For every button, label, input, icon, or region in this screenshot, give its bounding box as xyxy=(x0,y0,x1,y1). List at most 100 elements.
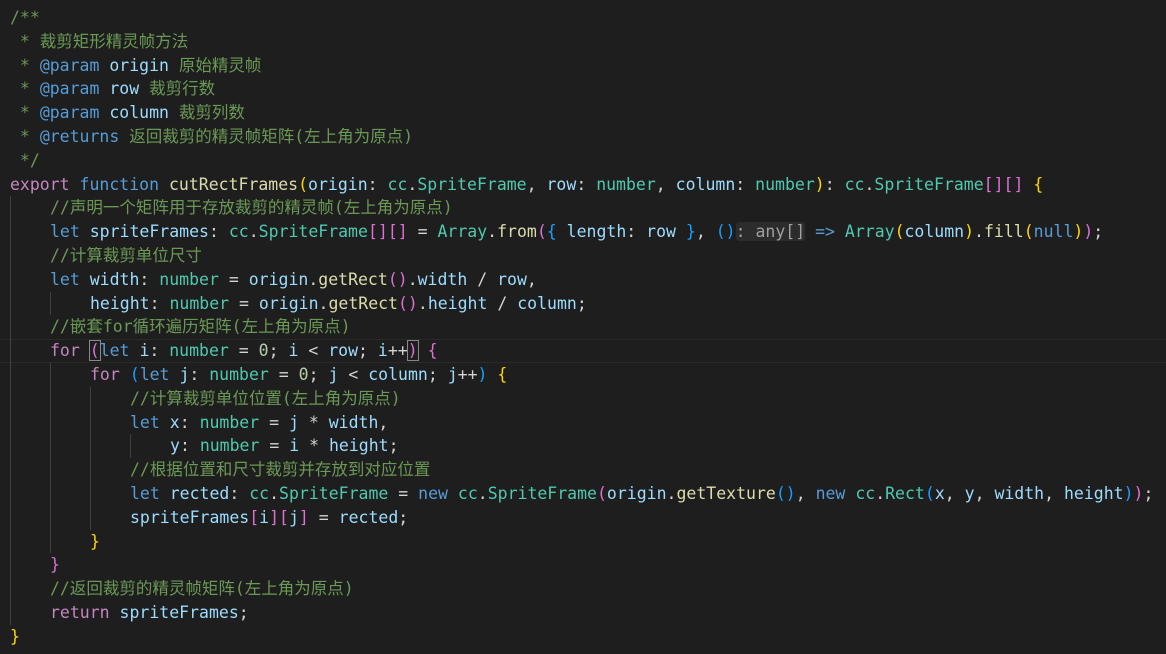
code-token: , xyxy=(944,484,965,503)
code-line[interactable]: * @param origin 原始精灵帧 xyxy=(10,54,261,78)
code-token: . xyxy=(974,222,984,242)
code-line[interactable]: y: number = i * height; xyxy=(10,434,399,458)
code-token: = xyxy=(229,293,259,313)
code-token: cutRectFrames xyxy=(168,174,299,194)
code-token: ( xyxy=(924,484,935,503)
code-token: column xyxy=(904,222,965,242)
code-token: //计算裁剪单位尺寸 xyxy=(50,246,202,265)
code-token: : xyxy=(626,222,647,242)
code-line[interactable]: } xyxy=(10,530,100,554)
code-line[interactable]: * @param column 裁剪列数 xyxy=(10,101,245,125)
code-token: width xyxy=(994,484,1045,503)
code-token: () xyxy=(715,222,736,242)
code-token: } xyxy=(50,555,60,575)
code-token: . xyxy=(477,484,488,503)
code-token: */ xyxy=(10,150,40,170)
code-line[interactable]: * 裁剪矩形精灵帧方法 xyxy=(10,30,188,54)
code-token: , xyxy=(974,484,995,503)
code-token: let xyxy=(99,341,130,361)
code-token: null xyxy=(1033,222,1074,242)
code-token: ; xyxy=(388,436,399,456)
code-token: let xyxy=(50,269,80,289)
code-line[interactable]: //根据位置和尺寸裁剪并存放到对应位置 xyxy=(10,458,430,482)
code-token: [ xyxy=(279,507,289,527)
code-token: number xyxy=(169,293,230,313)
code-token: //根据位置和尺寸裁剪并存放到对应位置 xyxy=(130,460,431,480)
code-token: * xyxy=(10,55,40,75)
code-line[interactable]: for (let i: number = 0; i < row; i++) { xyxy=(10,339,438,363)
code-token: ( xyxy=(88,340,101,362)
code-line[interactable]: spriteFrames[i][j] = rected; xyxy=(10,506,408,530)
code-line[interactable]: //声明一个矩阵用于存放裁剪的精灵帧(左上角为原点) xyxy=(10,196,453,220)
code-line[interactable]: height: number = origin.getRect().height… xyxy=(10,292,587,316)
code-token: //返回裁剪的精灵帧矩阵(左上角为原点) xyxy=(50,579,354,599)
code-line[interactable]: //计算裁剪单位尺寸 xyxy=(10,244,202,268)
code-line[interactable]: /** xyxy=(10,6,40,30)
code-token: { xyxy=(497,365,508,384)
code-token: let xyxy=(130,412,160,432)
code-token: ++ xyxy=(387,341,408,361)
code-token: column xyxy=(368,365,428,384)
code-token: = xyxy=(308,507,339,527)
code-token: [] xyxy=(1003,174,1024,194)
code-token: : xyxy=(735,174,756,194)
code-line[interactable]: * @returns 返回裁剪的精灵帧矩阵(左上角为原点) xyxy=(10,125,413,149)
code-token: /** xyxy=(10,8,40,27)
code-line[interactable]: //返回裁剪的精灵帧矩阵(左上角为原点) xyxy=(10,577,354,601)
code-token: row xyxy=(546,174,577,194)
code-token: Array xyxy=(437,222,488,242)
code-token: , xyxy=(655,174,676,194)
code-token: } xyxy=(10,626,20,646)
code-line[interactable]: let x: number = j * width, xyxy=(10,411,388,435)
code-line[interactable]: } xyxy=(10,625,20,649)
code-line[interactable]: } xyxy=(10,553,60,577)
code-line[interactable]: let width: number = origin.getRect().wid… xyxy=(10,268,537,292)
code-token: //嵌套for循环遍历矩阵(左上角为原点) xyxy=(50,317,351,337)
code-token: [] xyxy=(367,222,388,242)
code-token: from xyxy=(497,222,537,242)
code-token: i xyxy=(259,507,270,527)
code-token: ( xyxy=(129,365,140,384)
code-token: ) xyxy=(406,340,419,362)
code-token: j xyxy=(288,412,299,432)
code-token: : xyxy=(367,174,388,194)
code-line[interactable]: //计算裁剪单位位置(左上角为原点) xyxy=(10,387,401,411)
code-token: ; xyxy=(427,365,448,384)
code-line[interactable]: for (let j: number = 0; j < column; j++)… xyxy=(10,363,507,387)
code-editor[interactable]: /** * 裁剪矩形精灵帧方法 * @param origin 原始精灵帧 * … xyxy=(0,0,1166,654)
code-token: function xyxy=(79,174,160,194)
code-line[interactable]: export function cutRectFrames(origin: cc… xyxy=(10,173,1043,197)
code-line[interactable]: return spriteFrames; xyxy=(10,601,249,625)
code-token: ; xyxy=(358,341,378,361)
code-token: new xyxy=(815,484,846,503)
code-token: ) xyxy=(964,222,975,242)
code-token: ; xyxy=(308,365,329,384)
code-token: number xyxy=(199,412,260,432)
code-line[interactable]: */ xyxy=(10,149,40,173)
code-token: < xyxy=(338,365,369,384)
code-token: number xyxy=(596,174,656,194)
code-token: < xyxy=(298,341,329,361)
code-line[interactable]: //嵌套for循环遍历矩阵(左上角为原点) xyxy=(10,315,351,339)
code-token: = xyxy=(259,412,289,432)
code-token: ; xyxy=(238,603,249,622)
code-token: let xyxy=(50,222,80,242)
code-token: / xyxy=(467,269,498,289)
code-line[interactable]: let rected: cc.SpriteFrame = new cc.Spri… xyxy=(10,482,1153,506)
code-token: getRect xyxy=(328,293,398,313)
code-token: * xyxy=(10,79,40,99)
code-line[interactable]: let spriteFrames: cc.SpriteFrame[][] = A… xyxy=(10,220,1103,244)
code-token: : xyxy=(208,222,229,242)
code-line[interactable]: * @param row 裁剪行数 xyxy=(10,77,215,101)
code-token: x xyxy=(934,484,945,503)
code-token: number xyxy=(755,174,815,194)
code-token: for xyxy=(90,365,120,384)
code-token: column xyxy=(675,174,736,194)
code-token: { xyxy=(546,222,557,242)
code-token: ; xyxy=(1093,222,1104,242)
